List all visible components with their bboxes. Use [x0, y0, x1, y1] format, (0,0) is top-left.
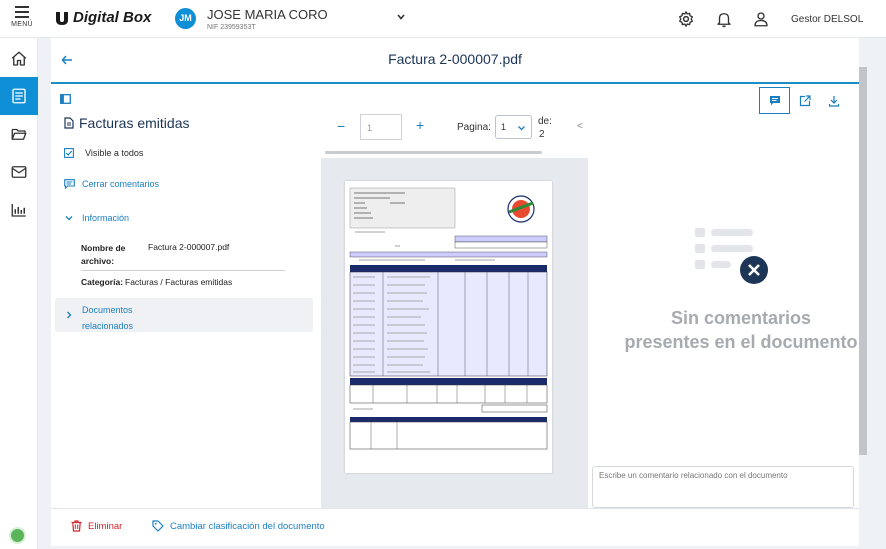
folder-icon	[11, 128, 27, 140]
related-documents-toggle[interactable]: Documentos relacionados	[55, 298, 313, 332]
open-external-button[interactable]	[789, 87, 820, 114]
document-panel: Factura 2-000007.pdf Facturas emitidas V…	[51, 38, 859, 508]
menu-button[interactable]: MENÚ	[7, 4, 37, 34]
page-select-value: 1	[501, 122, 507, 132]
chevron-down-icon	[518, 126, 525, 131]
document-title: Factura 2-000007.pdf	[388, 51, 522, 67]
hamburger-icon	[15, 6, 29, 18]
panel-toggle-icon[interactable]	[60, 94, 71, 104]
info-divider	[81, 270, 285, 271]
delete-button[interactable]: Eliminar	[71, 520, 122, 532]
section-title: Facturas emitidas	[64, 115, 189, 131]
visibility-toggle[interactable]: Visible a todos	[64, 148, 143, 158]
visibility-label: Visible a todos	[85, 148, 144, 158]
sidebar-item-folders[interactable]	[0, 115, 38, 153]
brand-mark-icon	[56, 11, 68, 25]
previous-page-button[interactable]: <	[577, 121, 583, 132]
file-icon	[64, 117, 74, 129]
download-icon	[828, 95, 839, 107]
page-total: de: 2	[538, 115, 552, 141]
filename-label: Nombre de archivo:	[81, 243, 126, 266]
close-comments-button[interactable]: Cerrar comentarios	[64, 179, 159, 189]
empty-comments-line2: presentes en el documento	[624, 332, 858, 352]
empty-comments-message: Sin comentarios presentes en el document…	[596, 306, 886, 354]
reclassify-label: Cambiar clasificación del documento	[170, 520, 325, 532]
pdf-viewer[interactable]	[321, 158, 588, 508]
user-nif: NIF 23959353T	[207, 24, 256, 31]
category-label: Categoría:	[81, 277, 124, 287]
comments-button[interactable]	[759, 87, 790, 114]
chevron-down-icon	[65, 216, 73, 221]
sidebar	[0, 38, 38, 549]
comment-icon	[64, 179, 75, 189]
brand-logo[interactable]: Digital Box	[55, 9, 151, 26]
sidebar-item-mail[interactable]	[0, 153, 38, 191]
chart-icon	[11, 204, 26, 217]
page-select[interactable]: 1	[495, 115, 532, 139]
mail-icon	[11, 166, 27, 178]
brand-name: Digital Box	[73, 9, 152, 26]
sidebar-item-home[interactable]	[0, 40, 38, 78]
download-button[interactable]	[818, 87, 849, 114]
external-link-icon	[799, 94, 811, 106]
panel-scrollbar[interactable]	[858, 67, 867, 507]
user-name[interactable]: JOSE MARIA CORO	[207, 7, 328, 22]
panel-scrollbar-thumb[interactable]	[859, 67, 867, 455]
checkbox-icon[interactable]	[64, 148, 74, 158]
viewer-scrollbar[interactable]	[325, 151, 542, 154]
tag-icon	[152, 520, 164, 532]
section-title-text: Facturas emitidas	[79, 115, 190, 131]
reclassify-button[interactable]: Cambiar clasificación del documento	[152, 520, 325, 532]
no-comments-illustration-icon	[695, 228, 768, 284]
related-documents-label: Documentos relacionados	[82, 305, 134, 331]
sidebar-item-documents[interactable]	[0, 77, 38, 115]
sidebar-item-reports[interactable]	[0, 191, 38, 229]
trash-icon	[71, 520, 82, 532]
zoom-input[interactable]: 1	[360, 114, 402, 140]
menu-label: MENÚ	[11, 21, 33, 28]
documents-icon	[12, 88, 26, 104]
invoice-preview	[349, 187, 548, 450]
bell-icon[interactable]	[715, 10, 733, 28]
home-icon	[11, 51, 27, 66]
status-indicator[interactable]	[9, 527, 26, 544]
delete-label: Eliminar	[88, 520, 123, 532]
user-role[interactable]: Gestor DELSOL	[791, 14, 863, 25]
zoom-out-button[interactable]: −	[337, 118, 345, 134]
zoom-in-button[interactable]: +	[416, 117, 424, 133]
gear-icon[interactable]	[677, 10, 695, 28]
info-section-label: Información	[82, 213, 130, 223]
page-total-value: 2	[539, 129, 545, 140]
empty-comments-line1: Sin comentarios	[670, 308, 812, 328]
info-section-toggle[interactable]: Información	[64, 213, 129, 223]
chevron-right-icon	[67, 311, 72, 319]
page-of-label: de:	[538, 116, 552, 127]
page-label: Pagina:	[457, 122, 491, 133]
filename-value: Factura 2-000007.pdf	[148, 242, 230, 252]
comment-input[interactable]: Escribe un comentario relacionado con el…	[592, 466, 854, 508]
close-comments-label: Cerrar comentarios	[82, 179, 160, 189]
pdf-page-thumbnail	[345, 181, 552, 473]
chevron-down-icon[interactable]	[396, 12, 406, 22]
footer-actions: Eliminar Cambiar clasificación del docum…	[51, 508, 859, 546]
avatar[interactable]: JM	[175, 8, 196, 29]
top-bar: MENÚ Digital Box JM JOSE MARIA CORO NIF …	[0, 0, 886, 38]
user-icon[interactable]	[752, 10, 770, 28]
document-header: Factura 2-000007.pdf	[51, 38, 859, 84]
category-value: Facturas / Facturas emitidas	[125, 277, 233, 287]
comment-icon	[769, 95, 780, 105]
